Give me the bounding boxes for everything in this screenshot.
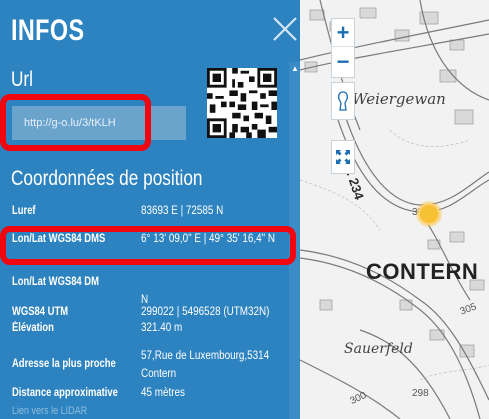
expand-icon [336,150,350,164]
coord-value: 299022 | 5496528 (UTM32N) [141,306,270,318]
coord-value-line2: Contern [141,368,177,380]
place-label-weiergewan: Weiergewan [352,90,446,108]
place-label-sauerfeld: Sauerfeld [344,341,413,357]
url-highlight-box [0,94,151,151]
coord-label: Luref [12,205,36,217]
dms-highlight-box [0,226,296,265]
coord-value: 83693 E | 72585 N [141,205,224,217]
coord-value: 57,Rue de Luxembourg,5314 [141,350,270,362]
place-label-contern: CONTERN [366,259,479,284]
fullscreen-button[interactable] [331,140,355,174]
coord-label: WGS84 UTM [12,306,69,318]
coords-section-title: Coordonnées de position [11,167,203,190]
scroll-up-icon[interactable]: ▲ [291,64,299,73]
coord-label: Adresse la plus proche [12,358,116,370]
coord-label: Lon/Lat WGS84 DM [12,276,99,288]
locate-icon [337,91,349,111]
coord-value: 45 mètres [141,387,185,399]
map-view[interactable]: Weiergewan C.R. 234 CONTERN Sauerfeld 32… [300,0,489,419]
coord-value: 321.40 m [141,322,183,334]
coord-value-line2: N [141,294,149,306]
panel-title: INFOS [11,14,85,47]
url-section-title: Url [11,68,33,91]
location-marker[interactable] [418,203,440,225]
coord-label: Distance approximative [12,387,118,399]
close-icon[interactable] [270,14,300,48]
lidar-link[interactable]: Lien vers le LIDAR [12,405,87,417]
zoom-out-button[interactable]: − [331,46,355,78]
coord-label: Élévation [12,322,54,334]
panel-header: INFOS [0,0,300,62]
geolocate-button[interactable] [331,82,355,120]
elevation-label: 298 [412,388,429,399]
qr-code [207,68,277,138]
info-panel: INFOS ▲ Url http://g-o.lu/3/tKLH Coordon… [0,0,300,419]
zoom-in-button[interactable]: + [331,18,355,47]
